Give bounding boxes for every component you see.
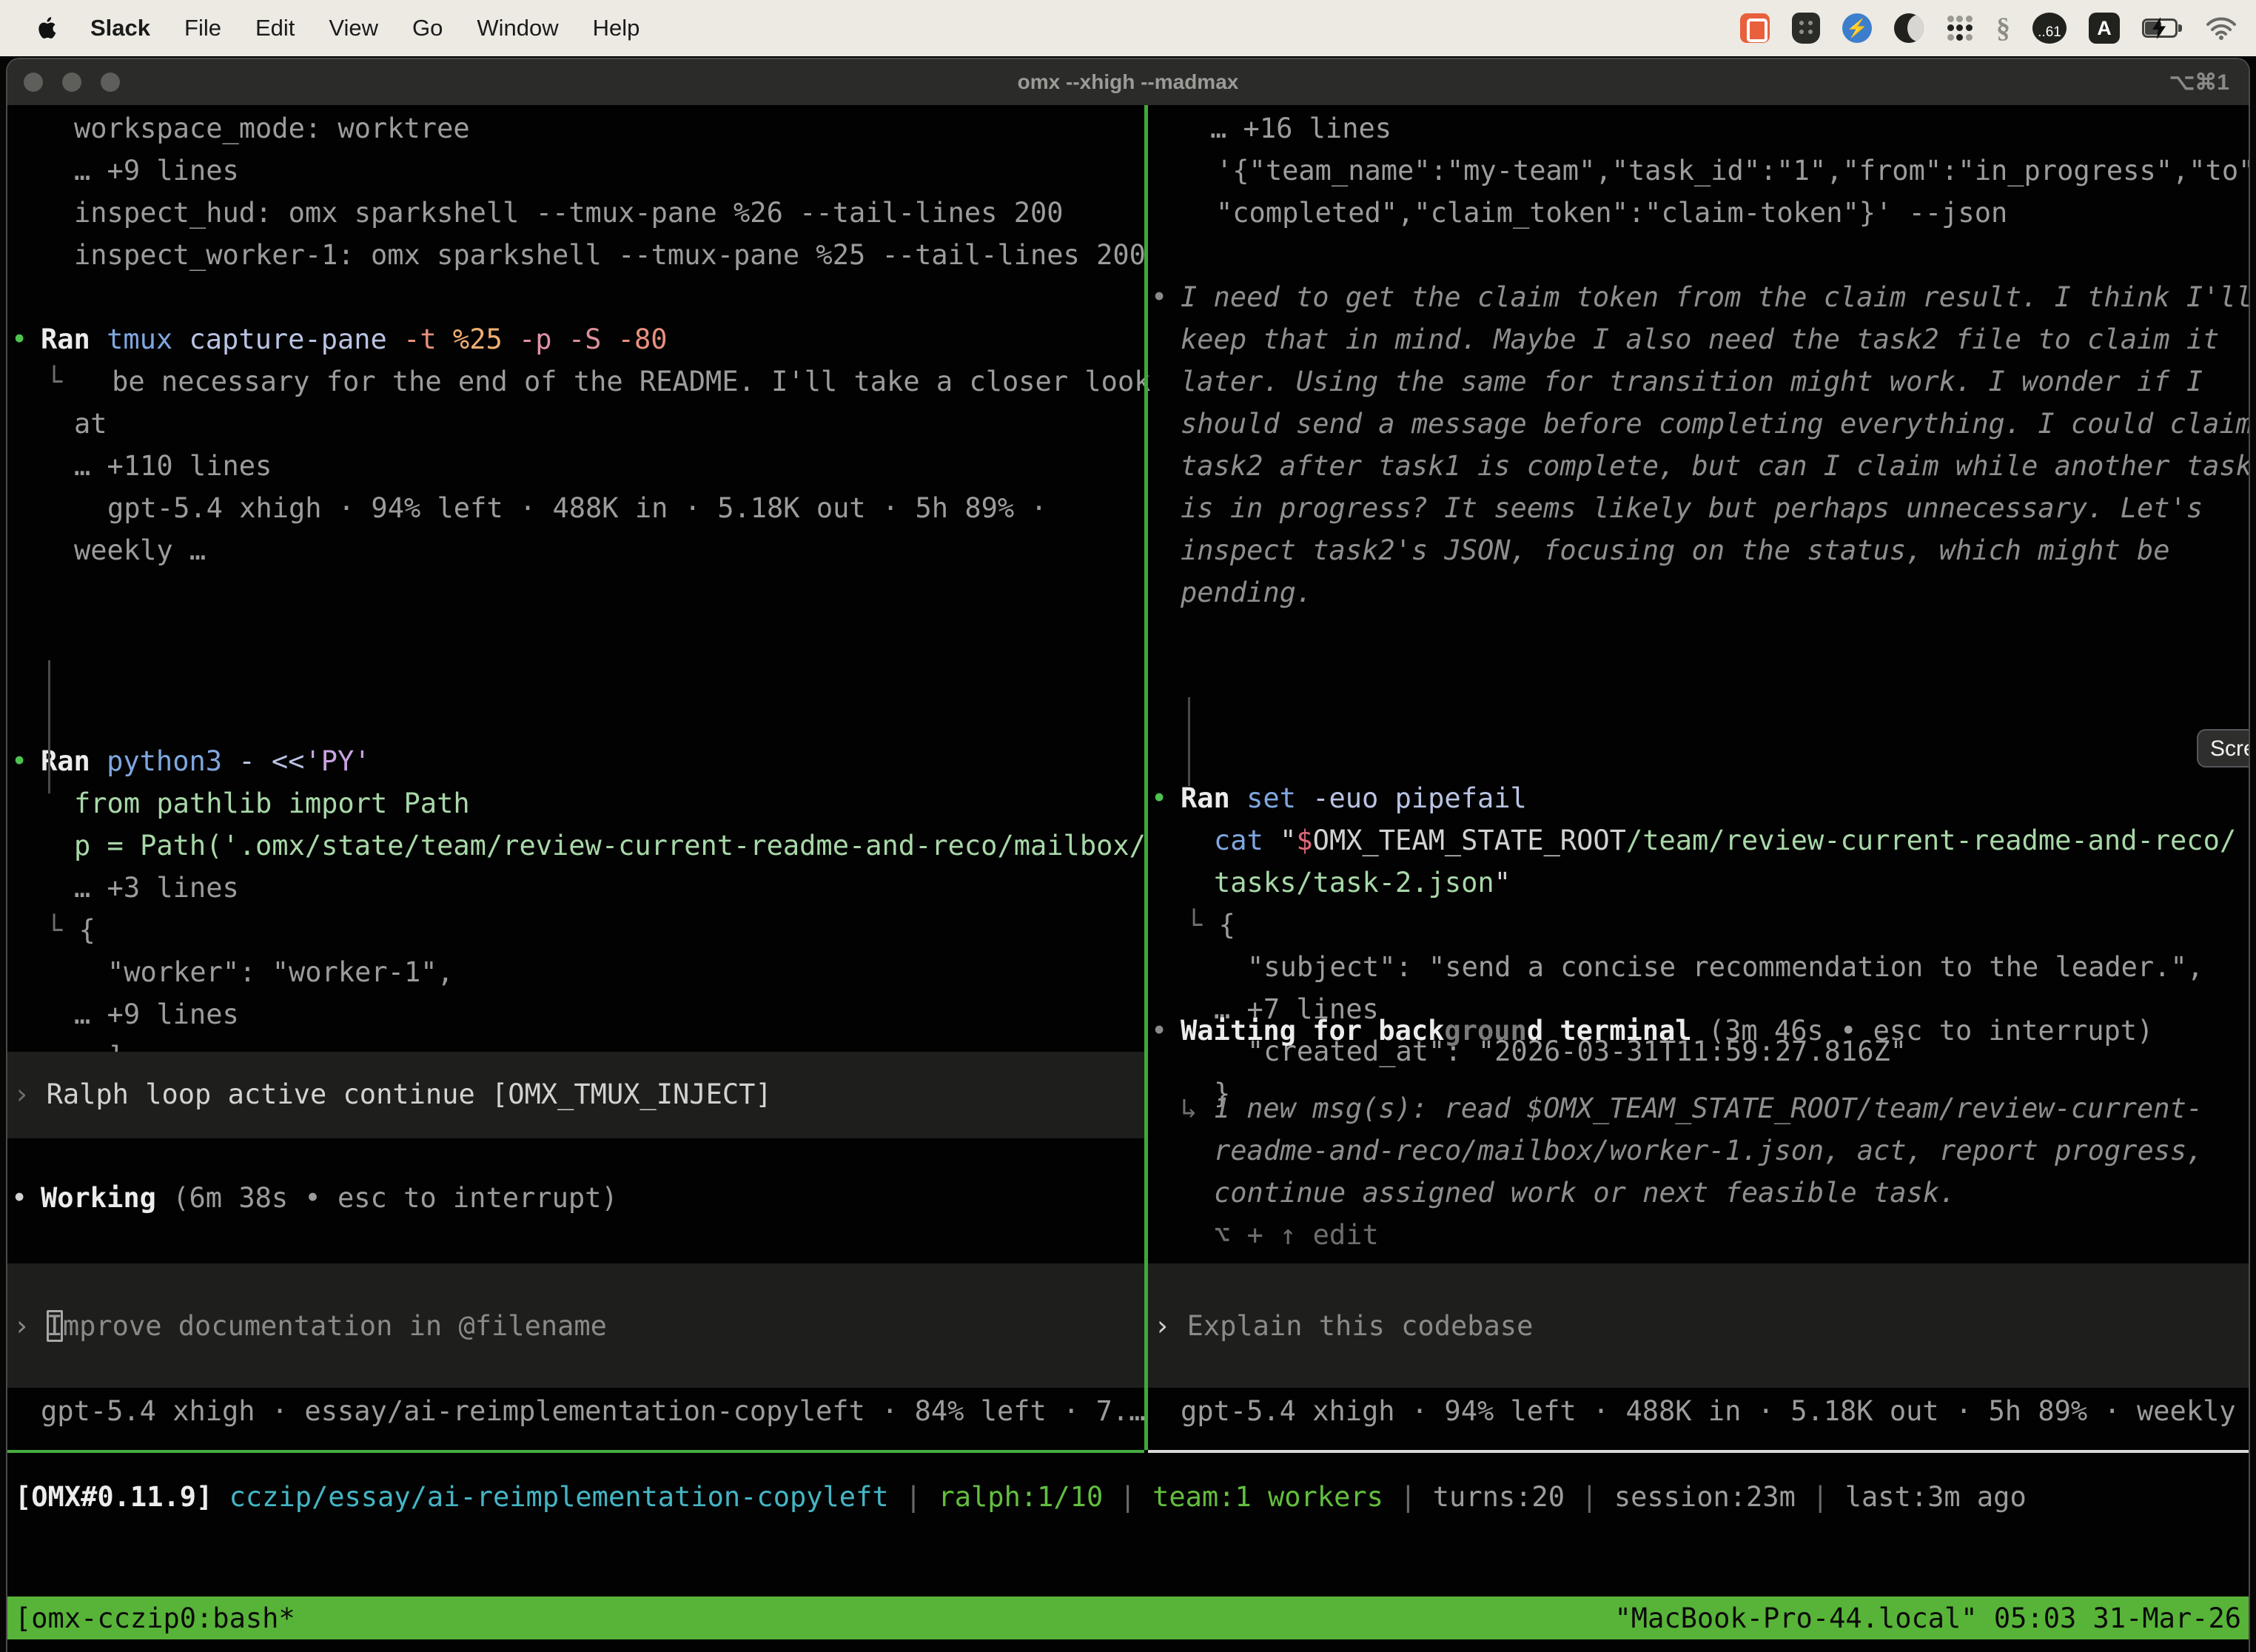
menu-item-file[interactable]: File: [184, 15, 221, 41]
message-line: continue assigned work or next feasible …: [1151, 1172, 2249, 1214]
working-status: •Working (6m 38s • esc to interrupt): [11, 1177, 1144, 1219]
command-line: cat "$OMX_TEAM_STATE_ROOT/team/review-cu…: [1151, 819, 2249, 862]
left-pane-command-tmux: •Ran tmux capture-pane -t %25 -p -S -80└…: [11, 318, 1144, 571]
waiting-status: •Waiting for background terminal (3m 46s…: [1151, 1010, 2249, 1052]
thinking-line: •I need to get the claim token from the …: [1151, 276, 2249, 318]
right-session-status: gpt-5.4 xhigh · 94% left · 488K in · 5.1…: [1151, 1390, 2249, 1432]
thinking-line: later. Using the same for transition mig…: [1151, 360, 2249, 403]
message-line: ↳ 1 new msg(s): read $OMX_TEAM_STATE_ROO…: [1151, 1087, 2249, 1129]
tmux-session-label: [omx-cczip0:bash*: [15, 1597, 295, 1639]
battery-charging-icon[interactable]: [2142, 19, 2183, 38]
command-line: … +110 lines: [11, 445, 1144, 487]
omx-hud-status: [OMX#0.11.9] cczip/essay/ai-reimplementa…: [9, 1476, 2244, 1518]
terminal-window: omx --xhigh --madmax ⌥⌘1 workspace_mode:…: [6, 58, 2250, 1652]
chat-app-status-icon[interactable]: [1740, 13, 1770, 43]
command-line: "subject": "send a concise recommendatio…: [1151, 946, 2249, 988]
screenshot-tooltip-label: Scre: [2210, 728, 2249, 770]
status-line: •Working (6m 38s • esc to interrupt): [11, 1177, 1144, 1219]
shield-grid-status-icon[interactable]: [1792, 13, 1820, 44]
thinking-line: is in progress? It seems likely but perh…: [1151, 487, 2249, 529]
tree-connector-line: [1188, 697, 1190, 786]
command-line: └ be necessary for the end of the README…: [11, 360, 1144, 403]
input-line: › Explain this codebase: [1148, 1305, 2249, 1347]
window-shortcut: ⌥⌘1: [2169, 70, 2229, 95]
config-line: … +9 lines: [11, 150, 1144, 192]
command-line: └ {: [1151, 904, 2249, 946]
thinking-line: should send a message before completing …: [1151, 403, 2249, 445]
left-prompt-input[interactable]: › Improve documentation in @filename: [7, 1263, 1144, 1388]
window-title: omx --xhigh --madmax: [7, 70, 2249, 94]
status-line: gpt-5.4 xhigh · essay/ai-reimplementatio…: [11, 1390, 1144, 1432]
command-line: "worker": "worker-1",: [11, 951, 1144, 993]
command-line: from pathlib import Path: [11, 782, 1144, 825]
command-line: tasks/task-2.json": [1151, 862, 2249, 904]
output-line: '{"team_name":"my-team","task_id":"1","f…: [1151, 150, 2249, 192]
menu-item-help[interactable]: Help: [593, 15, 640, 41]
wifi-icon[interactable]: [2206, 16, 2237, 40]
apple-menu-icon[interactable]: [34, 15, 56, 41]
thinking-line: keep that in mind. Maybe I also need the…: [1151, 318, 2249, 360]
tree-connector-line: [48, 660, 50, 793]
command-line: … +3 lines: [11, 867, 1144, 909]
menu-item-edit[interactable]: Edit: [255, 15, 295, 41]
thinking-line: task2 after task1 is complete, but can I…: [1151, 445, 2249, 487]
mailbox-message: ↳ 1 new msg(s): read $OMX_TEAM_STATE_ROO…: [1151, 1087, 2249, 1256]
hud-line: [OMX#0.11.9] cczip/essay/ai-reimplementa…: [9, 1476, 2244, 1518]
ralph-loop-notice: › Ralph loop active continue [OMX_TMUX_I…: [7, 1052, 1144, 1138]
hook-status-icon[interactable]: §: [1996, 12, 2010, 44]
dots-grid-status-icon[interactable]: [1946, 14, 1974, 42]
command-line: •Ran python3 - <<'PY': [11, 740, 1144, 782]
input-line: › Improve documentation in @filename: [7, 1305, 1144, 1347]
right-prompt-input[interactable]: › Explain this codebase: [1148, 1263, 2249, 1388]
command-line: at: [11, 403, 1144, 445]
left-session-status: gpt-5.4 xhigh · essay/ai-reimplementatio…: [11, 1390, 1144, 1432]
notice-line: › Ralph loop active continue [OMX_TMUX_I…: [7, 1073, 1144, 1115]
a-key-status-icon[interactable]: A: [2089, 13, 2120, 44]
menu-item-go[interactable]: Go: [412, 15, 443, 41]
command-line: … +9 lines: [11, 993, 1144, 1035]
menu-item-slack[interactable]: Slack: [90, 15, 150, 41]
moon-status-icon[interactable]: [1894, 13, 1924, 43]
config-line: inspect_hud: omx sparkshell --tmux-pane …: [11, 192, 1144, 234]
screenshot-tooltip: Scre: [2197, 729, 2249, 768]
terminal-content[interactable]: workspace_mode: worktree… +9 linesinspec…: [7, 105, 2249, 1652]
config-line: workspace_mode: worktree: [11, 107, 1144, 150]
left-pane-header: workspace_mode: worktree… +9 linesinspec…: [11, 107, 1144, 276]
left-pane-command-python: •Ran python3 - <<'PY'from pathlib import…: [11, 614, 1144, 1120]
status-line: gpt-5.4 xhigh · 94% left · 488K in · 5.1…: [1151, 1390, 2249, 1432]
title-bar[interactable]: omx --xhigh --madmax ⌥⌘1: [7, 59, 2249, 105]
config-line: inspect_worker-1: omx sparkshell --tmux-…: [11, 234, 1144, 276]
thinking-line: inspect task2's JSON, focusing on the st…: [1151, 529, 2249, 571]
pane-divider[interactable]: [1144, 105, 1148, 1450]
command-line: •Ran tmux capture-pane -t %25 -p -S -80: [11, 318, 1144, 360]
menu-item-view[interactable]: View: [329, 15, 378, 41]
command-line: weekly …: [11, 529, 1144, 571]
left-pane-border: [7, 1450, 1144, 1453]
command-line: gpt-5.4 xhigh · 94% left · 488K in · 5.1…: [11, 487, 1144, 529]
menu-item-window[interactable]: Window: [477, 15, 558, 41]
command-line: └ {: [11, 909, 1144, 951]
tmux-host-clock: "MacBook-Pro-44.local" 05:03 31-Mar-26: [1615, 1597, 2241, 1639]
thinking-block: •I need to get the claim token from the …: [1151, 276, 2249, 614]
menu-bar: Slack File Edit View Go Window Help ⚡ § …: [0, 0, 2256, 56]
command-line: •Ran set -euo pipefail: [1151, 777, 2249, 819]
right-pane-border: [1148, 1450, 2249, 1453]
status-line: •Waiting for background terminal (3m 46s…: [1151, 1010, 2249, 1052]
tmux-status-bar: [omx-cczip0:bash* "MacBook-Pro-44.local"…: [7, 1596, 2249, 1639]
output-line: "completed","claim_token":"claim-token"}…: [1151, 192, 2249, 234]
command-line: p = Path('.omx/state/team/review-current…: [11, 825, 1144, 867]
message-line: readme-and-reco/mailbox/worker-1.json, a…: [1151, 1129, 2249, 1172]
message-line: ⌥ + ↑ edit: [1151, 1214, 2249, 1256]
right-pane-header: … +16 lines'{"team_name":"my-team","task…: [1151, 107, 2249, 234]
badge-61-status-icon[interactable]: ..61: [2032, 13, 2067, 44]
thinking-line: pending.: [1151, 571, 2249, 614]
speed-badge-status-icon[interactable]: ⚡: [1842, 13, 1872, 43]
output-line: … +16 lines: [1151, 107, 2249, 150]
